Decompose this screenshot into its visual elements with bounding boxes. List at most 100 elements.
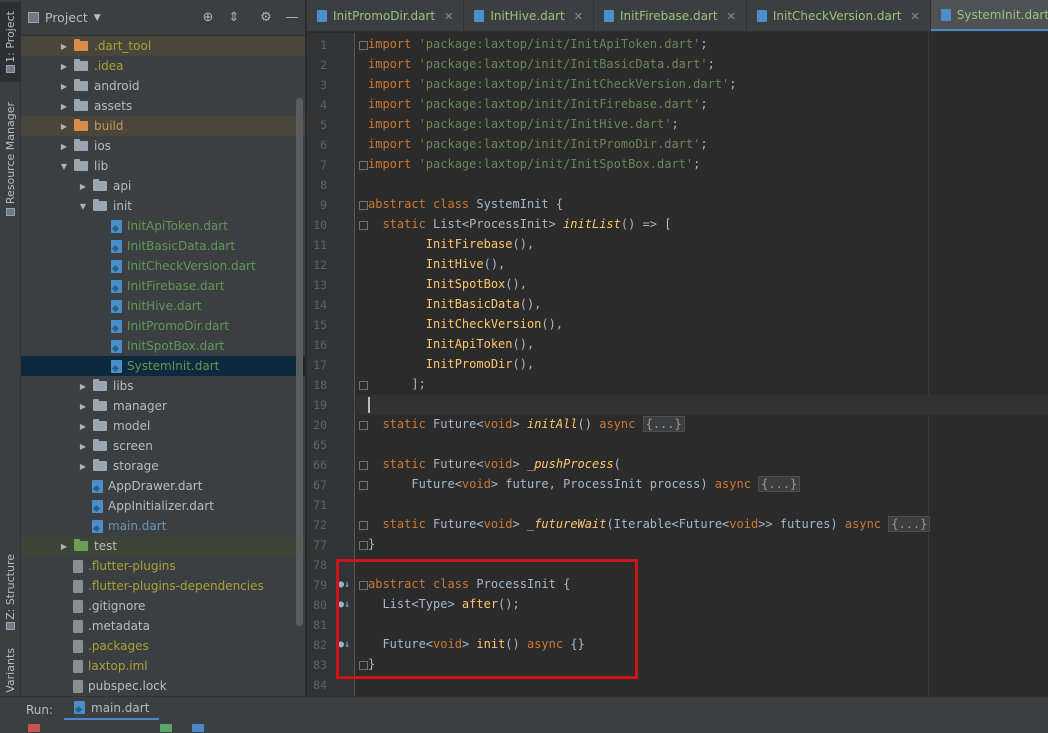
fold-marker-icon[interactable] <box>359 541 368 550</box>
folder-icon <box>6 65 15 74</box>
gear-icon[interactable]: ⚙ <box>257 9 275 27</box>
tree-item[interactable]: InitHive.dart <box>21 296 305 316</box>
tree-item[interactable]: SystemInit.dart <box>21 356 305 376</box>
editor-tab[interactable]: InitCheckVersion.dart ✕ <box>747 0 931 31</box>
collapsed-arrow-icon[interactable]: ▶ <box>77 382 89 391</box>
line-number: 17 <box>313 358 327 372</box>
stop-icon[interactable] <box>28 724 40 732</box>
tree-item[interactable]: ▶ screen <box>21 436 305 456</box>
line-number: 13 <box>313 278 327 292</box>
collapsed-arrow-icon[interactable]: ▶ <box>58 122 70 131</box>
tree-item[interactable]: main.dart <box>21 516 305 536</box>
line-number: 1 <box>320 38 327 52</box>
tree-item[interactable]: ▶ model <box>21 416 305 436</box>
tree-item[interactable]: ▶ .dart_tool <box>21 36 305 56</box>
project-view-selector[interactable]: Project <box>45 10 88 25</box>
debug-icon[interactable] <box>192 724 204 732</box>
tree-item[interactable]: ▼ init <box>21 196 305 216</box>
tree-item[interactable]: ▶ api <box>21 176 305 196</box>
collapsed-arrow-icon[interactable]: ▶ <box>58 62 70 71</box>
tree-item[interactable]: AppDrawer.dart <box>21 476 305 496</box>
collapsed-arrow-icon[interactable]: ▶ <box>77 462 89 471</box>
collapsed-arrow-icon[interactable]: ▶ <box>58 82 70 91</box>
tree-item[interactable]: InitBasicData.dart <box>21 236 305 256</box>
tree-item[interactable]: laxtop.iml <box>21 656 305 676</box>
run-label: Run: <box>26 703 54 717</box>
close-icon[interactable]: ✕ <box>727 10 736 23</box>
tree-item[interactable]: ▶ storage <box>21 456 305 476</box>
tree-item[interactable]: .flutter-plugins <box>21 556 305 576</box>
tree-item-label: SystemInit.dart <box>127 359 220 373</box>
tree-item[interactable]: InitApiToken.dart <box>21 216 305 236</box>
tree-item-label: libs <box>113 379 134 393</box>
tree-item[interactable]: ▼ lib <box>21 156 305 176</box>
tree-item[interactable]: InitCheckVersion.dart <box>21 256 305 276</box>
fold-marker-icon[interactable] <box>359 201 368 210</box>
tree-item[interactable]: ▶ build <box>21 116 305 136</box>
editor-tab[interactable]: InitHive.dart ✕ <box>464 0 594 31</box>
project-panel: Project ▼ ⊕ ⇕ ⚙ — ▶ .dart_tool ▶ .idea ▶ andr… <box>21 0 306 696</box>
run-icon[interactable] <box>160 724 172 732</box>
tree-item[interactable]: pubspec.lock <box>21 676 305 696</box>
tree-item[interactable]: .packages <box>21 636 305 656</box>
code-line: InitBasicData(), <box>425 297 542 311</box>
fold-marker-icon[interactable] <box>359 381 368 390</box>
tree-item[interactable]: .gitignore <box>21 596 305 616</box>
editor-tab[interactable]: SystemInit.dart✕ <box>930 0 1048 31</box>
collapsed-arrow-icon[interactable]: ▶ <box>58 142 70 151</box>
folder-icon <box>93 399 107 411</box>
dart-file-icon <box>92 499 103 513</box>
tree-item[interactable]: AppInitializer.dart <box>21 496 305 516</box>
fold-marker-icon[interactable] <box>359 221 368 230</box>
collapsed-arrow-icon[interactable]: ▶ <box>77 182 89 191</box>
tree-item[interactable]: .metadata <box>21 616 305 636</box>
close-icon[interactable]: ✕ <box>574 10 583 23</box>
tool-tab-resource-manager[interactable]: Resource Manager <box>0 100 21 218</box>
tree-item[interactable]: ▶ libs <box>21 376 305 396</box>
collapsed-arrow-icon[interactable]: ▶ <box>77 442 89 451</box>
collapsed-arrow-icon[interactable]: ▶ <box>77 422 89 431</box>
collapsed-arrow-icon[interactable]: ▶ <box>77 402 89 411</box>
collapsed-arrow-icon[interactable]: ▶ <box>58 542 70 551</box>
tree-item[interactable]: InitSpotBox.dart <box>21 336 305 356</box>
tree-item[interactable]: ▶ test <box>21 536 305 556</box>
tree-item[interactable]: ▶ ios <box>21 136 305 156</box>
hide-panel-icon[interactable]: — <box>283 9 301 27</box>
locate-icon[interactable]: ⊕ <box>199 9 217 27</box>
run-tab-main[interactable]: main.dart <box>64 697 160 720</box>
tree-item[interactable]: InitPromoDir.dart <box>21 316 305 336</box>
file-icon <box>73 679 83 693</box>
line-number: 79 <box>313 578 327 592</box>
fold-marker-icon[interactable] <box>359 481 368 490</box>
tool-tab-project[interactable]: 1: Project <box>0 2 21 82</box>
dart-file-icon <box>111 319 122 333</box>
fold-marker-icon[interactable] <box>359 421 368 430</box>
close-icon[interactable]: ✕ <box>911 10 920 23</box>
tree-item-label: .flutter-plugins-dependencies <box>88 579 264 593</box>
tree-item[interactable]: .flutter-plugins-dependencies <box>21 576 305 596</box>
fold-marker-icon[interactable] <box>359 41 368 50</box>
tool-tab-structure[interactable]: Z: Structure <box>0 552 21 632</box>
collapse-all-icon[interactable]: ⇕ <box>225 9 243 27</box>
tree-item[interactable]: ▶ .idea <box>21 56 305 76</box>
fold-marker-icon[interactable] <box>359 521 368 530</box>
chevron-down-icon[interactable]: ▼ <box>94 13 101 23</box>
text-cursor <box>368 397 370 413</box>
tree-item[interactable]: ▶ assets <box>21 96 305 116</box>
expanded-arrow-icon[interactable]: ▼ <box>58 162 70 171</box>
dart-file-icon <box>940 8 951 21</box>
close-icon[interactable]: ✕ <box>444 10 453 23</box>
tree-item[interactable]: InitFirebase.dart <box>21 276 305 296</box>
tree-item[interactable]: ▶ android <box>21 76 305 96</box>
tree-scrollbar[interactable] <box>296 98 303 626</box>
file-icon <box>73 659 83 673</box>
fold-marker-icon[interactable] <box>359 461 368 470</box>
collapsed-arrow-icon[interactable]: ▶ <box>58 42 70 51</box>
expanded-arrow-icon[interactable]: ▼ <box>77 202 89 211</box>
editor-tab[interactable]: InitFirebase.dart ✕ <box>594 0 747 31</box>
file-icon <box>73 559 83 573</box>
collapsed-arrow-icon[interactable]: ▶ <box>58 102 70 111</box>
fold-marker-icon[interactable] <box>359 161 368 170</box>
editor-tab[interactable]: InitPromoDir.dart ✕ <box>307 0 465 31</box>
tree-item[interactable]: ▶ manager <box>21 396 305 416</box>
